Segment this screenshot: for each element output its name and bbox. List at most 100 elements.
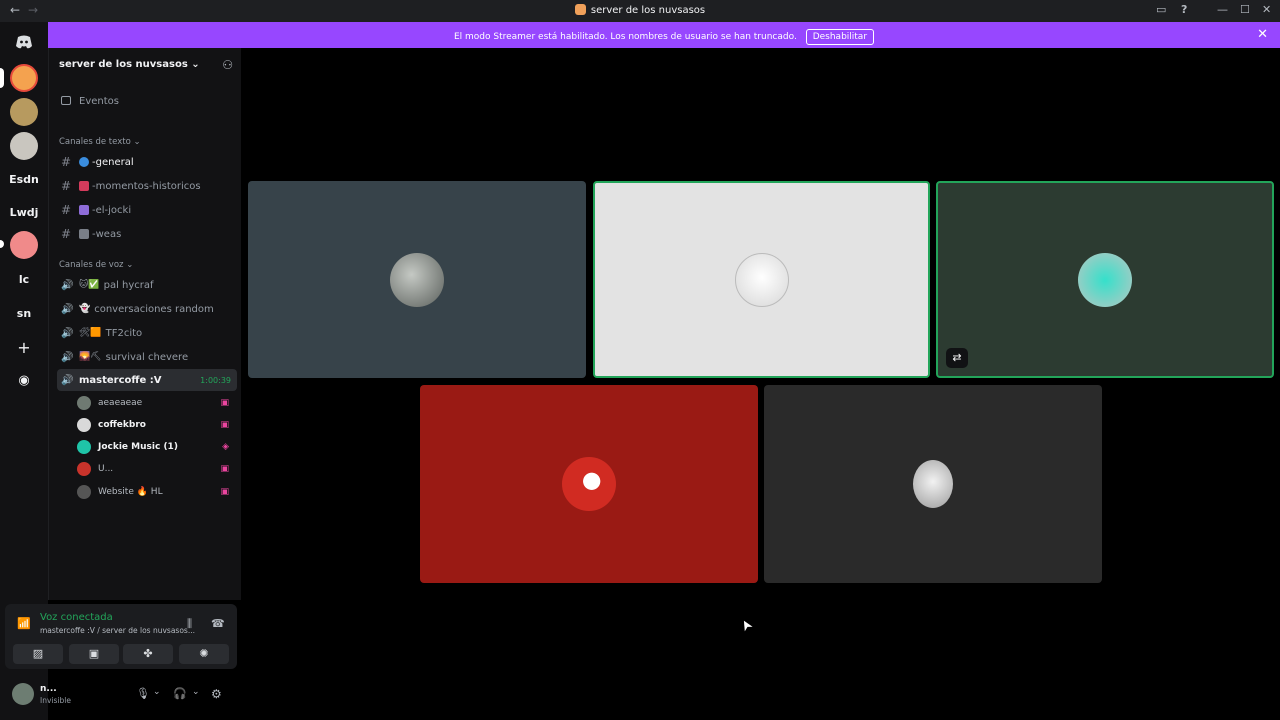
disable-streamer-button[interactable]: Deshabilitar [805,29,875,45]
server-name-header[interactable]: server de los nuvsasos ⌄ [59,59,200,70]
unread-pill [0,240,4,248]
invite-people-icon[interactable]: ⚇ [222,58,233,72]
member-name: U... [98,464,114,474]
banner-text: El modo Streamer está habilitado. Los no… [453,32,797,42]
voice-channel-conversaciones-random[interactable]: 🔊 👻 conversaciones random [57,298,237,320]
activity-icon: ◈ [222,442,229,452]
voice-member[interactable]: Jockie Music (1) ◈ [77,437,233,457]
avatar[interactable] [12,683,34,705]
server-lc[interactable]: lc [10,265,38,293]
headset-icon[interactable]: 🎧 [173,687,187,700]
globe-emoji-icon [79,157,89,167]
inbox-icon[interactable]: ▭ [1156,3,1166,16]
voice-channel-tf2cito[interactable]: 🔊 🛠🟧 TF2cito [57,322,237,344]
chevron-down-icon[interactable]: ⌄ [192,687,200,697]
channel-el-jocki[interactable]: # -el-jocki [57,199,237,221]
speaker-icon: 🔊 [61,303,74,315]
member-name: aeaeaeae [98,398,143,408]
voice-member[interactable]: Website 🔥 HL ▣ [77,482,233,502]
mouse-cursor-icon: ➤ [737,615,757,635]
channel-sidebar: server de los nuvsasos ⌄ ⚇ Eventos Canal… [48,48,241,600]
voice-member[interactable]: U... ▣ [77,459,233,479]
book-emoji-icon [79,181,89,191]
participant-avatar [562,457,616,511]
live-icon: ▣ [220,464,229,474]
hash-icon: # [61,227,72,241]
chevron-down-icon: ⌄ [191,59,200,70]
voice-channel-survival-chevere[interactable]: 🔊 🌄⛏ survival chevere [57,346,237,368]
signal-icon[interactable]: 📶 [17,617,31,630]
channel-label: TF2cito [105,327,143,339]
discord-home-icon[interactable] [10,28,38,56]
avatar [77,440,91,454]
text-category[interactable]: Canales de texto ⌄ [59,137,141,147]
channel-label: -general [92,156,134,168]
discover-icon[interactable]: ◉ [10,366,38,394]
channel-momentos-historicos[interactable]: # -momentos-historicos [57,175,237,197]
dog-server-icon[interactable] [10,98,38,126]
channel-general[interactable]: # -general [57,151,237,173]
avatar [77,418,91,432]
participant-tile[interactable] [764,385,1102,583]
activities-button[interactable]: ✤ [123,644,173,664]
chevron-down-icon: ⌄ [133,137,141,147]
live-icon: ▣ [220,398,229,408]
voice-channel-pal-hycraf[interactable]: 🔊 🐱✅ pal hycraf [57,274,237,296]
channel-weas[interactable]: # -weas [57,223,237,245]
voice-member[interactable]: aeaeaeae ▣ [77,393,233,413]
wolf-server-icon[interactable] [10,132,38,160]
channel-label: -weas [92,228,122,240]
minimize-button[interactable]: — [1217,3,1228,16]
text-category-label: Canales de texto [59,137,131,147]
camera-off-button[interactable]: ▨ [13,644,63,664]
microphone-icon[interactable]: 🎙 [136,687,150,700]
cat-server-icon[interactable] [10,231,38,259]
apple-server-icon[interactable] [10,64,38,92]
voice-member[interactable]: coffekbro ▣ [77,415,233,435]
channel-emoji: 🐱✅ [79,280,100,290]
channel-emoji: 🛠🟧 [79,328,102,338]
streamer-mode-banner: El modo Streamer está habilitado. Los no… [48,22,1280,48]
voice-channel-mastercoffe[interactable]: 🔊 mastercoffe :V 1:00:39 [57,369,237,391]
server-sn[interactable]: sn [10,299,38,327]
noise-suppression-icon[interactable]: ⫼ [187,617,192,631]
speaker-icon: 🔊 [61,279,74,291]
call-timer: 1:00:39 [200,375,231,385]
share-screen-button[interactable]: ▣ [69,644,119,664]
music-emoji-icon [79,205,89,215]
activity-badge-icon[interactable]: ⇄ [946,348,968,368]
help-icon[interactable]: ? [1181,3,1187,16]
channel-label: -momentos-historicos [92,180,201,192]
events-item[interactable]: Eventos [61,96,119,107]
server-lwdj[interactable]: Lwdj [10,198,39,226]
voice-location[interactable]: mastercoffe :V / server de los nuvsasos.… [40,626,195,635]
close-banner-icon[interactable]: ✕ [1257,27,1268,42]
participant-tile[interactable] [248,181,586,378]
participant-avatar [734,252,789,307]
settings-gear-icon[interactable]: ⚙ [211,687,222,701]
username[interactable]: n... [40,684,57,694]
voice-category[interactable]: Canales de voz ⌄ [59,260,133,270]
speaker-icon: 🔊 [61,327,74,339]
soundboard-button[interactable]: ✺ [179,644,229,664]
calendar-icon [61,96,71,105]
add-server-icon[interactable]: + [10,333,38,361]
chevron-down-icon[interactable]: ⌄ [153,687,161,697]
close-window-button[interactable]: ✕ [1262,3,1271,16]
maximize-button[interactable]: ☐ [1240,3,1250,16]
participant-tile[interactable] [420,385,758,583]
voice-connection-panel: 📶 Voz conectada mastercoffe :V / server … [5,604,237,669]
disconnect-icon[interactable]: ☎ [211,617,225,630]
server-esdn[interactable]: Esdn [9,165,39,193]
channel-label: mastercoffe :V [79,374,162,386]
selected-server-pill [0,68,4,88]
participant-tile-speaking[interactable] [593,181,930,378]
avatar [77,462,91,476]
channel-label: conversaciones random [94,303,214,315]
live-icon: ▣ [220,420,229,430]
channel-label: -el-jocki [92,204,132,216]
live-icon: ▣ [220,487,229,497]
speaker-icon: 🔊 [61,374,74,386]
participant-avatar [913,460,953,508]
participant-tile-speaking[interactable]: ⇄ [936,181,1274,378]
